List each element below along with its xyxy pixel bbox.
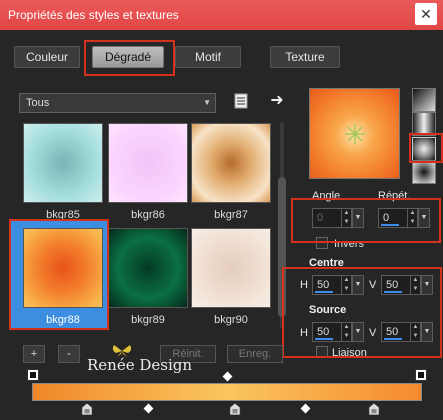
source-h-value: 50 bbox=[317, 326, 330, 338]
thumbnail-bkgr87[interactable] bbox=[191, 123, 271, 203]
color-stop-marker-icon[interactable] bbox=[229, 403, 241, 415]
gradient-bar[interactable] bbox=[32, 383, 422, 401]
radial-style-button[interactable] bbox=[412, 137, 436, 161]
chevron-down-icon[interactable]: ▼ bbox=[352, 208, 364, 228]
thumbnail-label: bkgr85 bbox=[46, 209, 80, 221]
link-checkbox[interactable] bbox=[316, 346, 328, 358]
thumbnail-bkgr85[interactable] bbox=[23, 123, 103, 203]
angle-field[interactable]: 0 ▲ ▼ ▼ bbox=[312, 208, 364, 228]
chevron-down-icon[interactable]: ▼ bbox=[421, 322, 433, 342]
category-select[interactable]: Tous ▼ bbox=[19, 93, 216, 113]
repeat-label: Répét. bbox=[378, 190, 411, 202]
value-indicator bbox=[384, 338, 402, 340]
source-v-field[interactable]: 50 ▲ ▼ ▼ bbox=[381, 322, 433, 342]
title-bar: Propriétés des styles et textures ✕ bbox=[0, 0, 443, 30]
thumbnail-label: bkgr89 bbox=[131, 314, 165, 326]
window-title: Propriétés des styles et textures bbox=[8, 8, 179, 22]
close-button[interactable]: ✕ bbox=[415, 3, 437, 25]
watermark: Renée Design bbox=[87, 356, 193, 374]
value-indicator bbox=[384, 291, 402, 293]
chevron-down-icon[interactable]: ▼ bbox=[421, 275, 433, 295]
source-v-label: V bbox=[369, 327, 377, 339]
linear-style-button[interactable] bbox=[412, 88, 436, 112]
thumbnail-label: bkgr90 bbox=[214, 314, 248, 326]
start-color-marker-icon[interactable] bbox=[27, 369, 39, 381]
spin-arrows-icon[interactable]: ▲ ▼ bbox=[341, 276, 351, 294]
repeat-value: 0 bbox=[383, 212, 390, 224]
thumbnail-bkgr89[interactable] bbox=[108, 228, 188, 308]
chevron-down-icon[interactable]: ▼ bbox=[352, 275, 364, 295]
value-indicator bbox=[315, 291, 333, 293]
repeat-field[interactable]: 0 ▲ ▼ ▼ bbox=[378, 208, 430, 228]
add-button[interactable]: + bbox=[23, 345, 45, 363]
center-v-label: V bbox=[369, 279, 377, 291]
color-stop-marker-icon[interactable] bbox=[81, 403, 93, 415]
center-label: Centre bbox=[309, 257, 344, 269]
center-target-icon[interactable] bbox=[310, 89, 401, 180]
chevron-down-icon[interactable]: ▼ bbox=[418, 208, 430, 228]
tab-texture[interactable]: Texture bbox=[270, 46, 340, 68]
save-button[interactable]: Enreg. bbox=[227, 345, 283, 363]
value-indicator bbox=[315, 338, 333, 340]
end-color-marker-icon[interactable] bbox=[415, 369, 427, 381]
invert-label: Invers bbox=[334, 238, 364, 250]
link-label: Liaison bbox=[332, 347, 367, 359]
thumbnail-bkgr88[interactable] bbox=[23, 228, 103, 308]
center-v-value: 50 bbox=[386, 279, 399, 291]
category-select-value: Tous bbox=[26, 97, 50, 109]
invert-checkbox[interactable] bbox=[316, 237, 328, 249]
thumbnail-bkgr86[interactable] bbox=[108, 123, 188, 203]
tab-degrade[interactable]: Dégradé bbox=[92, 46, 164, 68]
spin-arrows-icon[interactable]: ▲ ▼ bbox=[410, 276, 420, 294]
source-h-field[interactable]: 50 ▲ ▼ ▼ bbox=[312, 322, 364, 342]
chevron-down-icon[interactable]: ▼ bbox=[352, 322, 364, 342]
thumbnail-label: bkgr87 bbox=[214, 209, 248, 221]
center-h-label: H bbox=[300, 279, 308, 291]
scrollbar-thumb[interactable] bbox=[278, 177, 286, 317]
arrow-right-icon[interactable]: ➜ bbox=[268, 92, 286, 110]
thumbnail-scrollbar[interactable] bbox=[275, 122, 289, 328]
color-stop-marker-icon[interactable] bbox=[368, 403, 380, 415]
spin-arrows-icon[interactable]: ▲ ▼ bbox=[341, 323, 351, 341]
thumbnail-label: bkgr88 bbox=[46, 314, 80, 326]
center-h-value: 50 bbox=[317, 279, 330, 291]
spin-arrows-icon[interactable]: ▲ ▼ bbox=[341, 209, 351, 227]
value-indicator bbox=[381, 224, 399, 226]
spin-arrows-icon[interactable]: ▲ ▼ bbox=[410, 323, 420, 341]
rectangular-style-button[interactable] bbox=[412, 112, 436, 136]
gradient-preview bbox=[309, 88, 400, 179]
thumbnail-bkgr90[interactable] bbox=[191, 228, 271, 308]
document-icon[interactable] bbox=[233, 93, 249, 109]
source-v-value: 50 bbox=[386, 326, 399, 338]
angle-label: Angle bbox=[312, 190, 341, 202]
source-h-label: H bbox=[300, 327, 308, 339]
sunburst-style-button[interactable] bbox=[412, 160, 436, 184]
tab-motif[interactable]: Motif bbox=[175, 46, 241, 68]
angle-value: 0 bbox=[317, 212, 324, 224]
source-label: Source bbox=[309, 304, 347, 316]
chevron-down-icon: ▼ bbox=[203, 98, 211, 107]
center-h-field[interactable]: 50 ▲ ▼ ▼ bbox=[312, 275, 364, 295]
spin-arrows-icon[interactable]: ▲ ▼ bbox=[407, 209, 417, 227]
tab-couleur[interactable]: Couleur bbox=[14, 46, 80, 68]
remove-button[interactable]: - bbox=[58, 345, 80, 363]
thumbnail-label: bkgr86 bbox=[131, 209, 165, 221]
center-v-field[interactable]: 50 ▲ ▼ ▼ bbox=[381, 275, 433, 295]
